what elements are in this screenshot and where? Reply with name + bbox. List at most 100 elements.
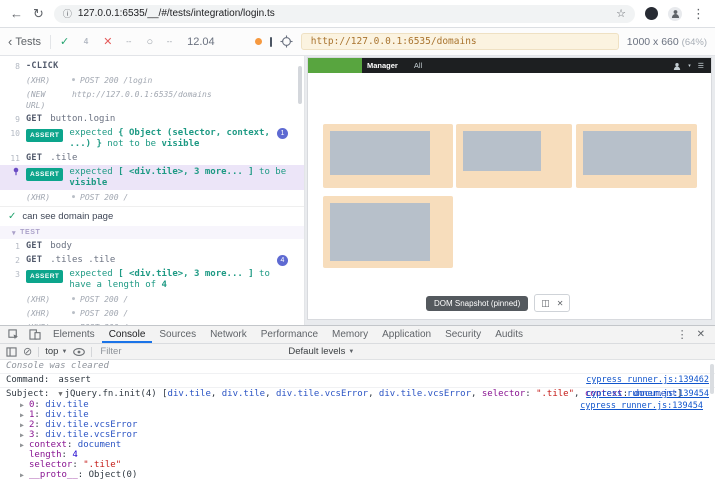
reporter-scrollbar[interactable] xyxy=(298,66,302,104)
object-property-row[interactable]: selector: ".tile" xyxy=(6,460,709,470)
tab-performance[interactable]: Performance xyxy=(254,326,325,343)
snapshot-icon[interactable]: ◫ xyxy=(541,298,550,309)
chevron-left-icon: ‹ xyxy=(8,35,12,48)
tab-sources[interactable]: Sources xyxy=(152,326,203,343)
command-number: 3 xyxy=(4,269,20,280)
devtools-menu-icon[interactable]: ⋮ xyxy=(677,328,688,341)
divider xyxy=(38,347,39,357)
brand-logo[interactable] xyxy=(308,58,362,73)
network-event-row[interactable]: (XHR)●POST 200 /login xyxy=(0,73,304,87)
context-selector[interactable]: top ▼ xyxy=(45,346,67,357)
console-sidebar-icon[interactable] xyxy=(6,347,17,357)
object-property-row[interactable]: ▶3: div.tile.vcsError xyxy=(6,430,709,440)
page-info-icon[interactable]: ⓘ xyxy=(63,7,72,20)
object-property-row[interactable]: ▶0: div.tilecypress_runner.js:139454 xyxy=(6,400,709,410)
address-url[interactable]: 127.0.0.1:6535/__/#/tests/integration/lo… xyxy=(78,8,275,19)
tile[interactable] xyxy=(456,124,572,188)
profile-icon[interactable] xyxy=(668,7,682,21)
network-event-row[interactable]: (XHR)●POST 200 / xyxy=(0,292,304,306)
nav-item-all[interactable]: All xyxy=(414,61,422,70)
object-property-row[interactable]: ▶__proto__: Object(0) xyxy=(6,470,709,480)
object-property-row[interactable]: ▶context: document xyxy=(6,440,709,450)
failed-count: ✕ -- xyxy=(103,35,137,48)
selector-playground-icon[interactable] xyxy=(280,35,293,48)
command-row[interactable]: 2GET.tiles .tile4 xyxy=(0,253,304,267)
log-label: Subject: xyxy=(6,389,49,399)
command-row[interactable]: 9GETbutton.login xyxy=(0,112,304,126)
browser-menu-icon[interactable]: ⋮ xyxy=(692,7,705,20)
command-row[interactable]: 1GETbody xyxy=(0,239,304,253)
object-preview-line[interactable]: Subject:▼jQuery.fn.init(4) [div.tile, di… xyxy=(6,389,709,400)
console-system-message: Console was cleared xyxy=(0,360,715,374)
devtools-tab-bar: ElementsConsoleSourcesNetworkPerformance… xyxy=(0,326,715,344)
tab-audits[interactable]: Audits xyxy=(488,326,530,343)
console-filter-input[interactable] xyxy=(98,345,282,358)
tab-console[interactable]: Console xyxy=(102,326,153,343)
object-property-row[interactable]: length: 4 xyxy=(6,450,709,460)
assert-row[interactable]: 3ASSERTexpected [ <div.tile>, 3 more... … xyxy=(0,267,304,292)
pin-icon xyxy=(4,167,20,176)
clear-console-icon[interactable]: ⊘ xyxy=(23,345,32,358)
property-separator: : xyxy=(67,440,78,450)
snapshot-pinned-badge: DOM Snapshot (pinned) xyxy=(426,296,528,311)
property-key: __proto__ xyxy=(29,470,78,480)
device-toolbar-icon[interactable] xyxy=(24,329,46,340)
reload-icon[interactable]: ↻ xyxy=(33,7,44,20)
test-section-header[interactable]: ▾TEST xyxy=(0,226,304,239)
menu-icon[interactable]: ☰ xyxy=(698,62,704,70)
console-entry[interactable]: Command:assertcypress_runner.js:139462 xyxy=(0,374,715,388)
devtools-close-icon[interactable]: ✕ xyxy=(697,329,705,340)
section-label: TEST xyxy=(20,229,40,236)
network-event-row[interactable]: (XHR)●POST 200 / xyxy=(0,320,304,325)
inspect-element-icon[interactable] xyxy=(3,329,24,340)
command-row[interactable]: 11GET.tile xyxy=(0,151,304,165)
source-link[interactable]: cypress_runner.js:139462 xyxy=(586,375,709,386)
console-scrollbar[interactable] xyxy=(710,364,714,394)
source-link[interactable]: cypress_runner.js:139454 xyxy=(586,389,709,400)
tab-application[interactable]: Application xyxy=(375,326,438,343)
network-event-row[interactable]: (NEW URL)http://127.0.0.1:6535/domains xyxy=(0,87,304,112)
tab-elements[interactable]: Elements xyxy=(46,326,102,343)
network-event-row[interactable]: (XHR)●POST 200 / xyxy=(0,190,304,204)
tab-network[interactable]: Network xyxy=(203,326,254,343)
address-bar[interactable]: ⓘ 127.0.0.1:6535/__/#/tests/integration/… xyxy=(54,5,635,23)
bookmark-star-icon[interactable]: ☆ xyxy=(616,7,626,20)
cross-icon: ✕ xyxy=(103,35,112,48)
tile[interactable] xyxy=(576,124,697,188)
aut-url-bar[interactable]: http://127.0.0.1:6535/domains xyxy=(301,33,619,50)
check-icon: ✓ xyxy=(8,211,16,222)
viewport-zoom: (64%) xyxy=(682,37,707,48)
log-levels-selector[interactable]: Default levels ▼ xyxy=(288,346,354,357)
tab-memory[interactable]: Memory xyxy=(325,326,375,343)
test-result-row[interactable]: ✓can see domain page xyxy=(0,206,304,226)
caret-collapsed-icon: ▶ xyxy=(20,420,29,430)
assert-row[interactable]: ASSERTexpected [ <div.tile>, 3 more... ]… xyxy=(0,165,304,190)
header-right-group: http://127.0.0.1:6535/domains 1000 x 660… xyxy=(255,33,707,50)
tests-back-button[interactable]: ‹ Tests xyxy=(8,35,41,48)
extension-icon[interactable] xyxy=(645,7,658,20)
tile[interactable] xyxy=(323,196,453,268)
property-key: context xyxy=(29,440,67,450)
user-icon[interactable] xyxy=(673,62,681,70)
tile[interactable] xyxy=(323,124,453,188)
status-dot-icon: ● xyxy=(72,308,75,319)
network-event-row[interactable]: (XHR)●POST 200 / xyxy=(0,306,304,320)
property-separator: : xyxy=(34,420,45,430)
brand-name[interactable]: Manager xyxy=(367,61,398,70)
tab-security[interactable]: Security xyxy=(438,326,488,343)
back-icon[interactable]: ← xyxy=(10,7,23,20)
circle-icon: ○ xyxy=(146,36,153,48)
assert-badge: ASSERT xyxy=(26,168,63,181)
assert-row[interactable]: 10ASSERTexpected { Object (selector, con… xyxy=(0,126,304,151)
auto-scroll-toggle-icon[interactable] xyxy=(270,37,272,47)
command-row[interactable]: 8-CLICK xyxy=(0,59,304,73)
divider xyxy=(50,35,51,49)
command-method: GET xyxy=(26,255,42,266)
close-icon[interactable]: ✕ xyxy=(557,299,564,308)
object-property-row[interactable]: ▶1: div.tile xyxy=(6,410,709,420)
eye-icon[interactable] xyxy=(73,348,85,356)
object-property-row[interactable]: ▶2: div.tile.vcsError xyxy=(6,420,709,430)
assert-message: expected [ <div.tile>, 3 more... ] to ha… xyxy=(69,269,296,291)
status-dot-icon: ● xyxy=(72,294,75,305)
event-tag: (XHR) xyxy=(26,75,68,86)
